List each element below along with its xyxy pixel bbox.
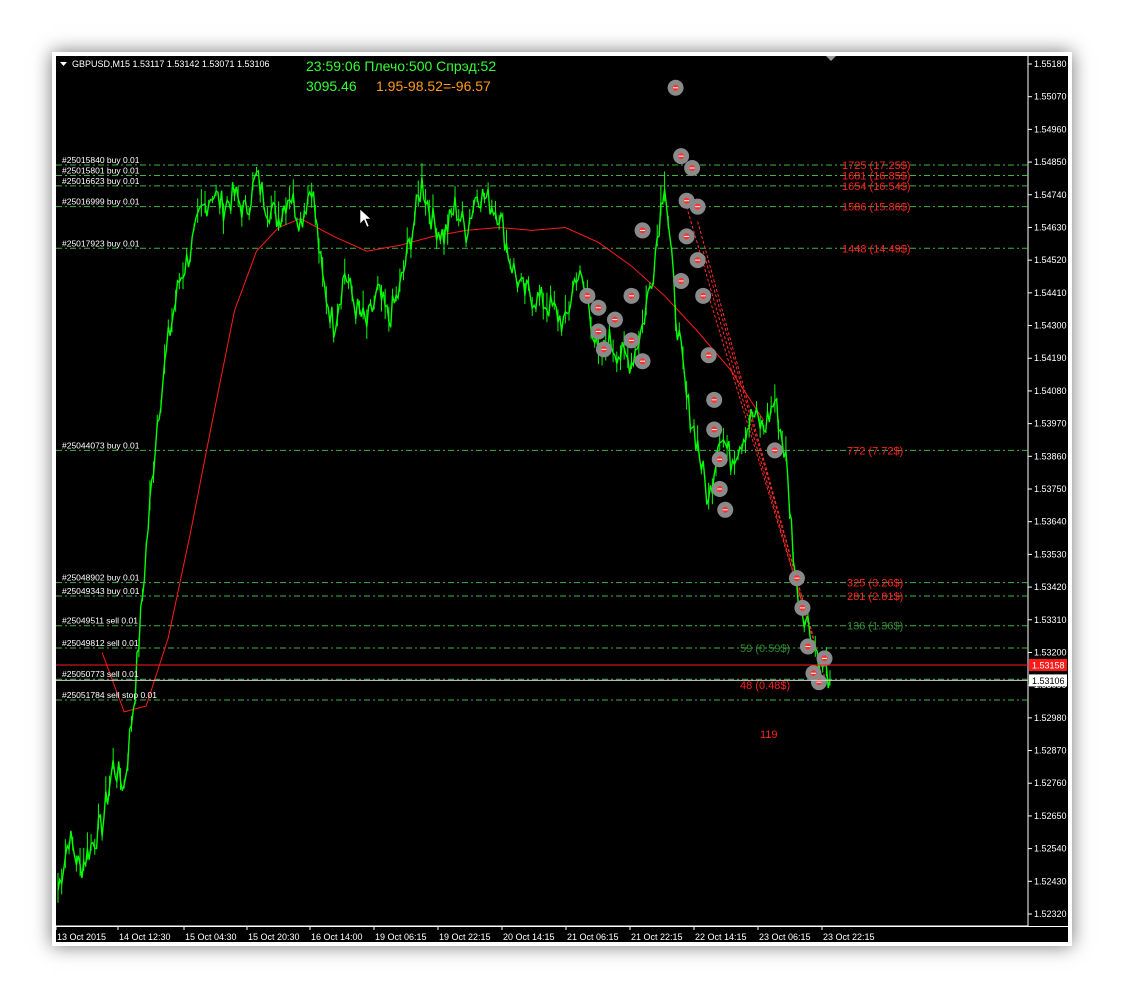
y-tick-label: 1.52760 <box>1034 778 1067 788</box>
y-tick-label: 1.54190 <box>1034 353 1067 363</box>
x-tick-label: 15 Oct 04:30 <box>185 932 237 942</box>
x-tick-label: 15 Oct 20:30 <box>248 932 300 942</box>
y-tick-label: 1.53200 <box>1034 647 1067 657</box>
hud-balance: 3095.46 <box>306 78 357 94</box>
x-tick-label: 19 Oct 06:15 <box>375 932 427 942</box>
x-tick-label: 19 Oct 22:15 <box>439 932 491 942</box>
y-tick-label: 1.52650 <box>1034 811 1067 821</box>
y-tick-label: 1.53970 <box>1034 419 1067 429</box>
order-label: #25017923 buy 0.01 <box>62 238 140 248</box>
y-tick-label: 1.53420 <box>1034 582 1067 592</box>
y-tick-label: 1.52980 <box>1034 713 1067 723</box>
y-tick-label: 1.53640 <box>1034 517 1067 527</box>
x-tick-label: 23 Oct 22:15 <box>823 932 875 942</box>
hud-profit: 1.95-98.52=-96.57 <box>376 78 491 94</box>
symbol-header: GBPUSD,M15 1.53117 1.53142 1.53071 1.531… <box>72 59 269 69</box>
y-tick-label: 1.53310 <box>1034 615 1067 625</box>
order-pl-label: 1654 (16.54$) <box>842 181 911 193</box>
chart-window: #25015840 buy 0.01 1725 (17.25$) #25015801… <box>52 52 1072 946</box>
order-label: #25016623 buy 0.01 <box>62 176 140 186</box>
order-pl-label: 1448 (14.49$) <box>842 243 911 255</box>
ask-price-label: 1.53158 <box>1032 660 1065 670</box>
order-label: #25048902 buy 0.01 <box>62 573 140 583</box>
y-tick-label: 1.53860 <box>1034 451 1067 461</box>
order-label: #25050773 sell 0.01 <box>62 669 139 679</box>
x-tick-label: 22 Oct 14:15 <box>695 932 747 942</box>
y-tick-label: 1.52540 <box>1034 844 1067 854</box>
y-tick-label: 1.55180 <box>1034 59 1067 69</box>
y-tick-label: 1.54850 <box>1034 157 1067 167</box>
order-pl-label: 281 (2.81$) <box>847 591 903 603</box>
order-pl-label: 48 (0.48$) <box>740 680 790 692</box>
x-tick-label: 13 Oct 2015 <box>57 932 106 942</box>
order-label: #25049511 sell 0.01 <box>62 616 138 626</box>
y-tick-label: 1.54960 <box>1034 124 1067 134</box>
order-pl-label: 136 (1.36$) <box>847 621 903 633</box>
order-label: #25044073 buy 0.01 <box>62 440 140 450</box>
x-tick-label: 16 Oct 14:00 <box>311 932 363 942</box>
order-label: #25015840 buy 0.01 <box>62 155 140 165</box>
order-label: #25049343 buy 0.01 <box>62 586 140 596</box>
x-tick-label: 21 Oct 06:15 <box>567 932 619 942</box>
x-tick-label: 20 Oct 14:15 <box>503 932 555 942</box>
y-tick-label: 1.52870 <box>1034 746 1067 756</box>
y-tick-label: 1.54740 <box>1034 190 1067 200</box>
y-tick-label: 1.54300 <box>1034 321 1067 331</box>
y-tick-label: 1.52320 <box>1034 909 1067 919</box>
bid-price-label: 1.53106 <box>1032 676 1065 686</box>
x-tick-label: 21 Oct 22:15 <box>631 932 683 942</box>
order-pl-label: 772 (7.72$) <box>847 445 903 457</box>
order-label: #25016999 buy 0.01 <box>62 197 140 207</box>
y-tick-label: 1.53530 <box>1034 549 1067 559</box>
order-pl-label: 1586 (15.86$) <box>842 202 911 214</box>
y-tick-label: 1.54520 <box>1034 255 1067 265</box>
order-label: #25015801 buy 0.01 <box>62 165 140 175</box>
order-label: #25051784 sell stop 0.01 <box>62 690 157 700</box>
order-pl-label: 119 <box>760 729 778 741</box>
y-tick-label: 1.53750 <box>1034 484 1067 494</box>
y-tick-label: 1.54410 <box>1034 288 1067 298</box>
x-tick-label: 23 Oct 06:15 <box>759 932 811 942</box>
hud-status: 23:59:06 Плечо:500 Спрэд:52 <box>306 58 496 74</box>
y-tick-label: 1.55070 <box>1034 92 1067 102</box>
y-tick-label: 1.52430 <box>1034 876 1067 886</box>
x-tick-label: 14 Oct 12:30 <box>119 932 171 942</box>
order-pl-label: 59 (0.59$) <box>740 643 790 655</box>
chart-svg[interactable]: #25015840 buy 0.01 1725 (17.25$)#25015801… <box>52 52 1072 946</box>
y-tick-label: 1.54080 <box>1034 386 1067 396</box>
order-label: #25049812 sell 0.01 <box>62 638 139 648</box>
y-tick-label: 1.54630 <box>1034 222 1067 232</box>
order-pl-label: 325 (3.26$) <box>847 578 903 590</box>
